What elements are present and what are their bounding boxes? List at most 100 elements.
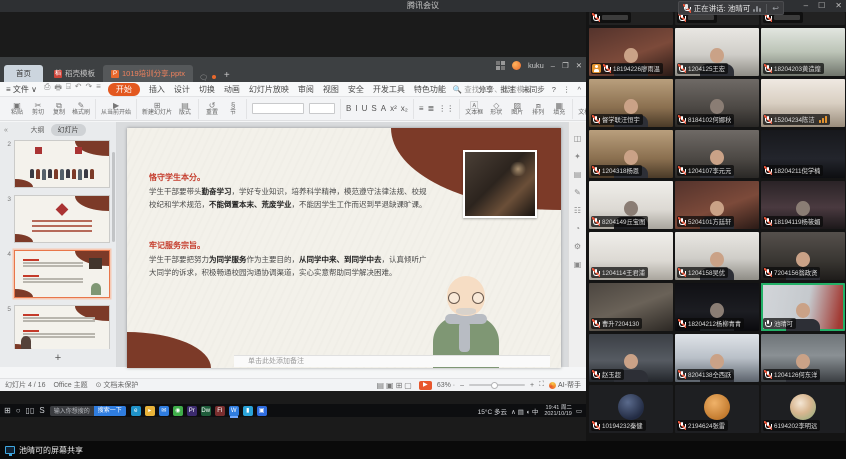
tray-icon-2[interactable]: ◖ — [526, 409, 530, 416]
right-panel-icon-0[interactable]: ◫ — [574, 134, 582, 143]
add-slide-button[interactable]: + — [0, 351, 116, 365]
zoom-out-button[interactable]: – — [460, 382, 464, 389]
quick-icon-1[interactable]: 🖶 — [54, 82, 62, 96]
wps-restore-button[interactable]: ❐ — [562, 61, 569, 70]
notes-placeholder[interactable]: 单击此处添加备注 — [234, 355, 550, 367]
tray-icon-1[interactable]: ▤ — [518, 409, 524, 416]
participant-tile[interactable]: 1204114王君浦 — [589, 232, 673, 280]
ribbon-tab-开始[interactable]: 开始 — [108, 83, 140, 96]
zoom-slider-knob[interactable] — [491, 382, 498, 389]
ribbon-action-4[interactable]: ⋮ — [563, 85, 571, 94]
participant-tile[interactable]: 8204149丘宝图 — [589, 181, 673, 229]
participant-tile[interactable]: 8184102何娜秋 — [675, 79, 759, 127]
format-B[interactable]: B — [346, 104, 351, 113]
right-panel-icon-3[interactable]: ✎ — [574, 188, 581, 197]
ribbon-tab-开发工具[interactable]: 开发工具 — [373, 84, 405, 95]
ai-assistant-button[interactable]: AI-帮手 — [549, 380, 581, 390]
ribbon-tab-特色功能[interactable]: 特色功能 — [414, 84, 446, 95]
ribbon-tab-插入[interactable]: 插入 — [149, 84, 165, 95]
ribbon-tab-幻灯片放映[interactable]: 幻灯片放映 — [249, 84, 289, 95]
slide-thumbnail-4[interactable]: 4 — [4, 250, 110, 298]
participant-tile[interactable]: 1204126何东洋 — [761, 334, 845, 382]
weather-label[interactable]: 15°C 多云 — [478, 406, 507, 416]
participant-tile[interactable]: 曹升7204130 — [589, 283, 673, 331]
slide-thumbnail-5[interactable]: 5 — [4, 305, 110, 349]
tool-从当前开始[interactable]: ▶从当前开始 — [101, 101, 131, 117]
taskbar-search-box[interactable]: 输入你想搜的 搜索一下 — [50, 406, 126, 416]
participant-tile[interactable]: 督学联汪恒宇 — [589, 79, 673, 127]
taskbar-app-phone[interactable]: ▮ — [243, 406, 253, 416]
ribbon-action-2[interactable]: 未同步 — [522, 84, 545, 95]
close-button[interactable]: ✕ — [835, 0, 842, 12]
search-go-button[interactable]: 搜索一下 — [94, 406, 126, 416]
participant-tile[interactable]: 池晴可 — [761, 283, 845, 331]
tab-docer[interactable]: 稻 稻壳模板 — [46, 65, 103, 82]
format-U[interactable]: U — [362, 104, 368, 113]
ribbon-tab-视图[interactable]: 视图 — [323, 84, 339, 95]
ime-app-icon[interactable]: S — [39, 406, 44, 415]
ribbon-action-5[interactable]: ^ — [577, 85, 581, 94]
slide-thumbnail-3[interactable]: 3 — [4, 195, 110, 243]
fullscreen-button[interactable]: ⛶ — [539, 381, 544, 389]
ribbon-tab-切换[interactable]: 切换 — [199, 84, 215, 95]
start-button[interactable]: ⊞ — [4, 406, 11, 415]
taskbar-app-explorer[interactable]: ▸ — [145, 406, 155, 416]
participant-tile[interactable]: 15204234陈洁 — [761, 79, 845, 127]
ribbon-tab-审阅[interactable]: 审阅 — [298, 84, 314, 95]
zoom-level[interactable]: 63% · — [437, 382, 455, 389]
tool-粘贴[interactable]: ▣粘贴 — [9, 101, 25, 117]
format-A[interactable]: A — [381, 104, 386, 113]
panel-scrollbar[interactable] — [112, 152, 115, 242]
maximize-button[interactable]: ☐ — [818, 0, 825, 12]
tool-格式刷[interactable]: ✎格式刷 — [72, 101, 90, 117]
participant-tile[interactable]: 1204318杨恩 — [589, 130, 673, 178]
tool-重置[interactable]: ↺重置 — [204, 101, 220, 117]
tool2-形状[interactable]: ◇形状 — [488, 101, 504, 117]
tab-home[interactable]: 首页 — [4, 65, 43, 82]
ribbon-tab-动画[interactable]: 动画 — [224, 84, 240, 95]
wps-minimize-button[interactable]: – — [551, 61, 555, 70]
font-name-select[interactable] — [252, 103, 304, 114]
minimize-button[interactable]: – — [804, 0, 808, 12]
quick-icon-4[interactable]: ↷ — [85, 82, 92, 96]
format-x²[interactable]: x² — [390, 104, 397, 113]
right-panel-icon-4[interactable]: ☷ — [574, 206, 581, 215]
right-panel-icon-5[interactable]: ◔ — [575, 224, 580, 233]
view-icon-2[interactable]: ⊞ — [396, 381, 403, 390]
view-icon-3[interactable]: ▢ — [404, 381, 412, 390]
participant-tile[interactable]: 18194119杨筱媚 — [761, 181, 845, 229]
view-icon-0[interactable]: ▤ — [376, 381, 384, 390]
notification-center-button[interactable]: ▭ — [576, 407, 582, 415]
taskbar-app-wps[interactable]: W — [229, 406, 239, 416]
ribbon-action-3[interactable]: ? — [552, 85, 556, 94]
tool2-文本框[interactable]: 🄰文本框 — [465, 101, 483, 117]
taskbar-app-security[interactable]: ◉ — [173, 406, 183, 416]
ribbon-action-0[interactable]: 分享 — [478, 84, 493, 95]
ribbon-tab-安全[interactable]: 安全 — [348, 84, 364, 95]
tab-slides[interactable]: 幻灯片 — [51, 124, 86, 136]
participant-tile[interactable]: 1204125王宏 — [675, 28, 759, 76]
taskbar-app-flash[interactable]: Fl — [215, 406, 225, 416]
participant-tile[interactable]: 6194202李明远 — [761, 385, 845, 433]
new-tab-button[interactable]: + — [224, 70, 230, 81]
tool-版式[interactable]: ▤版式 — [177, 101, 193, 117]
slide-thumbnail-2[interactable]: 2 — [4, 140, 110, 188]
quick-icon-2[interactable]: ⍈ — [66, 82, 71, 96]
ribbon-tab-设计[interactable]: 设计 — [174, 84, 190, 95]
tool2-文档助手[interactable]: ▥文档助手 — [578, 101, 586, 117]
participant-tile[interactable] — [589, 12, 673, 25]
comment-bubble-icon[interactable]: 🗨 — [199, 74, 208, 82]
right-panel-icon-6[interactable]: ⚙ — [574, 242, 581, 251]
taskbar-app-mail[interactable]: ✉ — [159, 406, 169, 416]
taskbar-search-icon[interactable]: ○ — [16, 406, 21, 415]
file-menu[interactable]: ≡ 文件 ∨ — [6, 84, 37, 95]
align-2[interactable]: ⋮⋮ — [438, 104, 454, 113]
theme-label[interactable]: Office 主题 — [53, 380, 87, 390]
tray-icon-3[interactable]: 中 — [532, 409, 539, 416]
participant-tile[interactable]: 10194232秦健 — [589, 385, 673, 433]
participant-tile[interactable]: 1204107李元元 — [675, 130, 759, 178]
collapse-arrow-icon[interactable]: ↩ — [772, 4, 779, 13]
slide[interactable]: 恪守学生本分。 学生干部要带头勤奋学习，学好专业知识，培养科学精神，模范遵守法律… — [127, 128, 561, 368]
wps-close-button[interactable]: ✕ — [576, 61, 582, 70]
participant-tile[interactable]: 7204156翁政贤 — [761, 232, 845, 280]
